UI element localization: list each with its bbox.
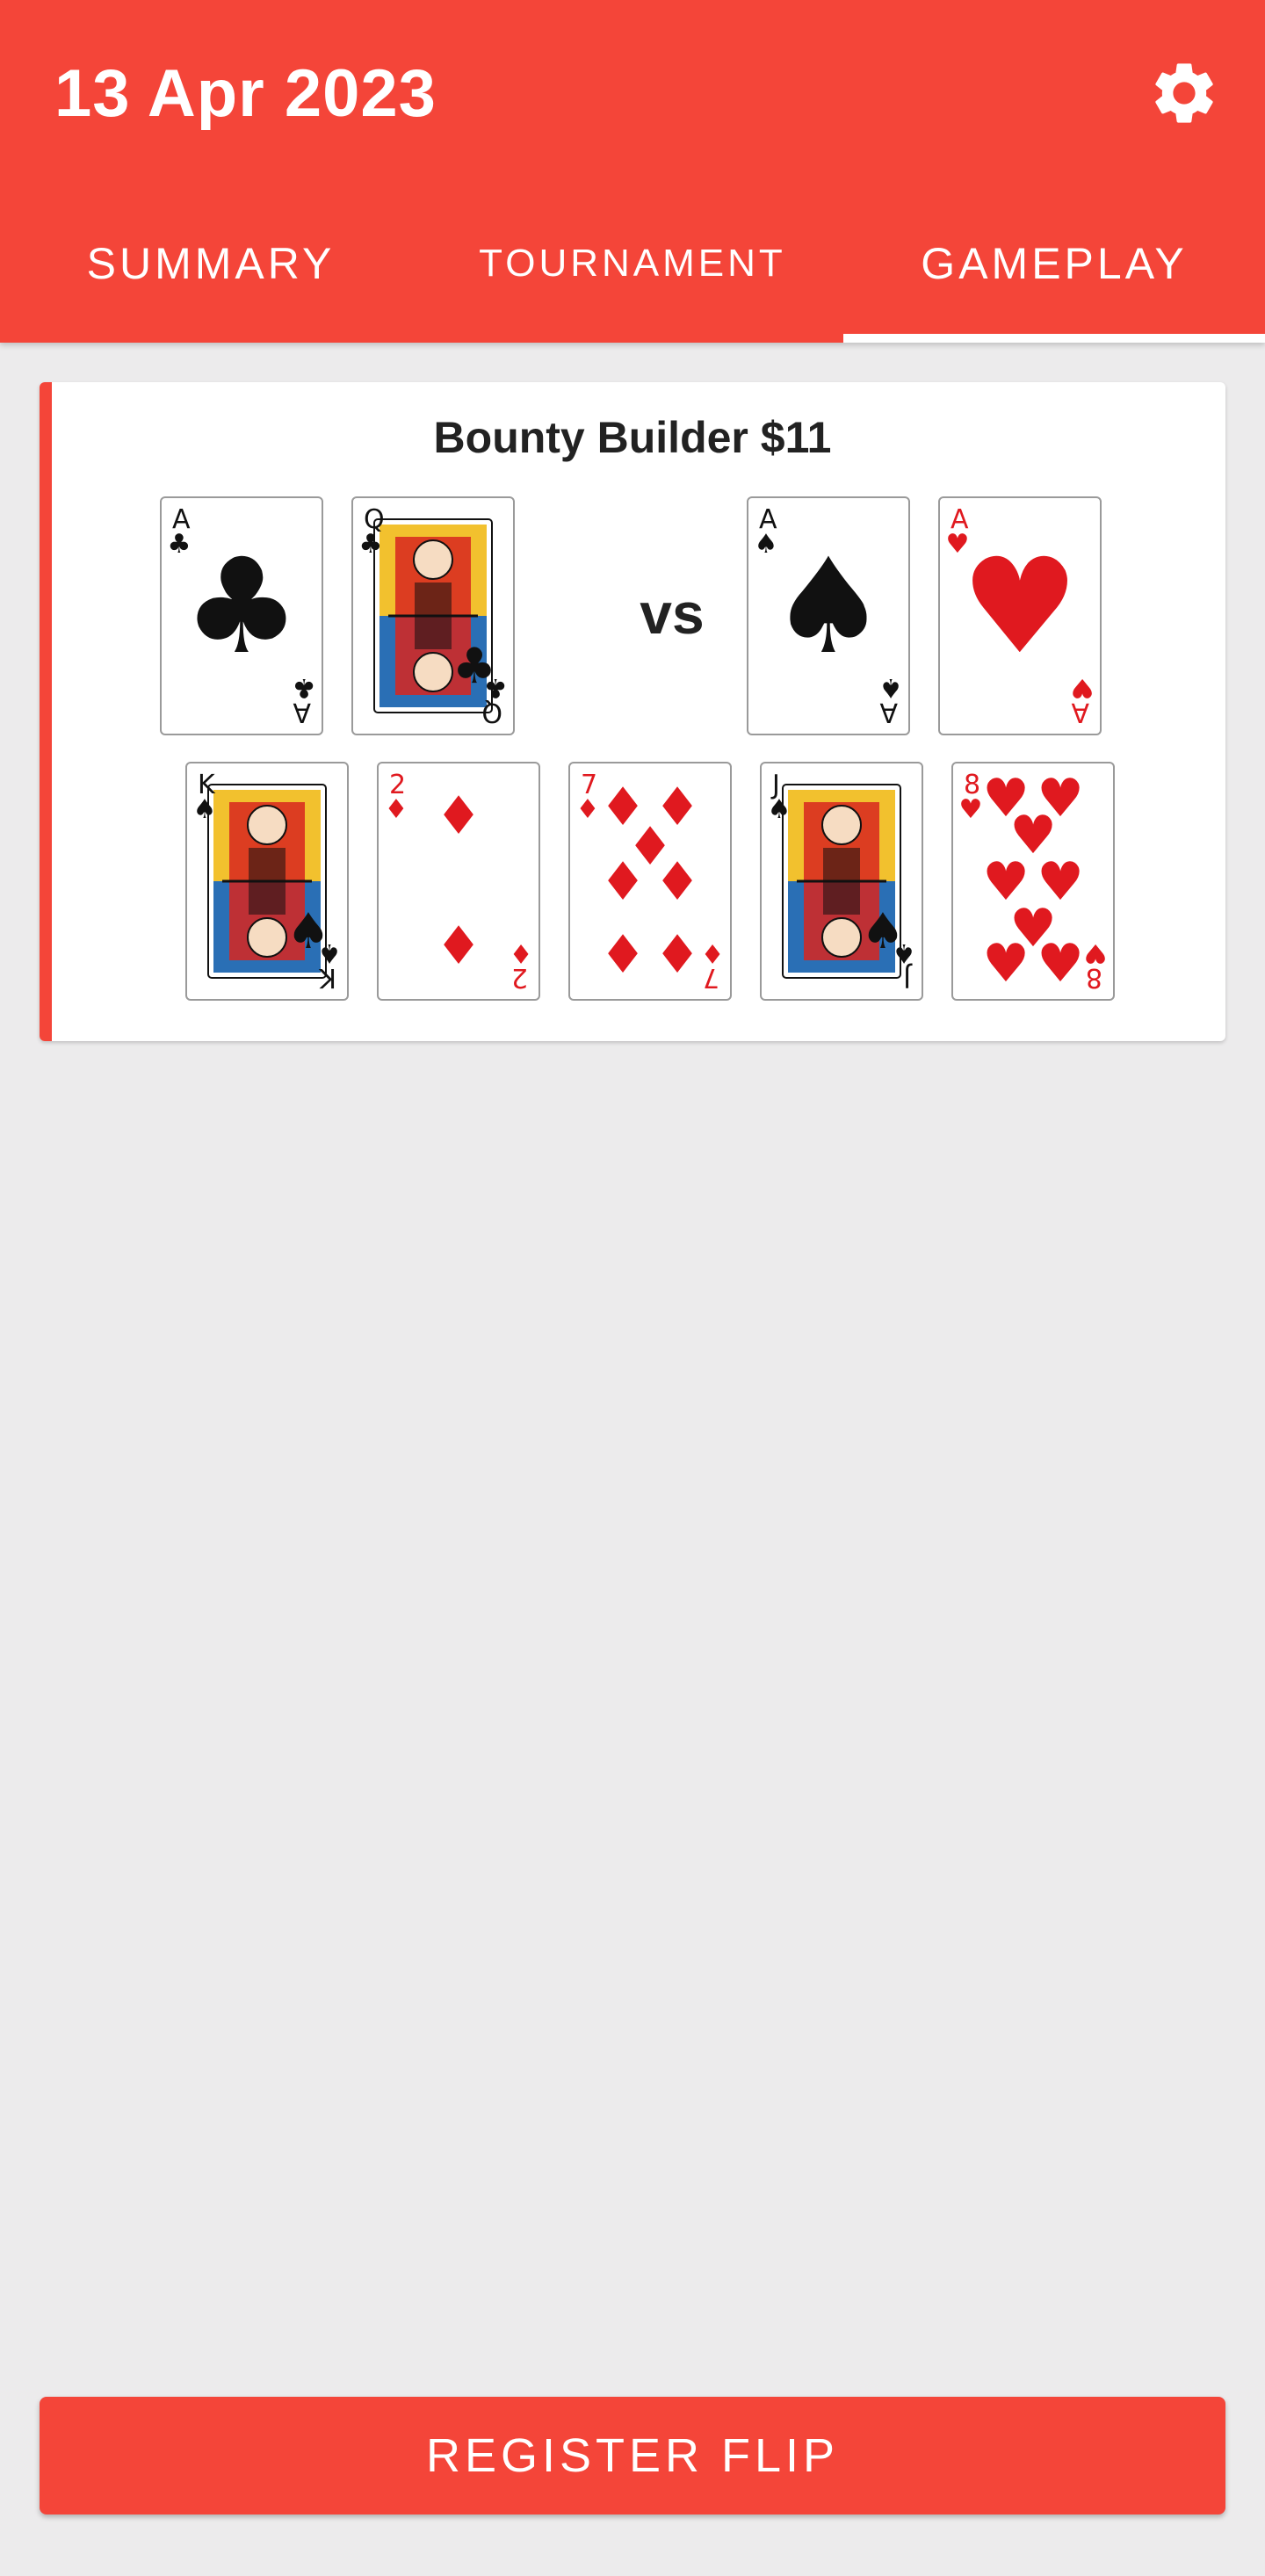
svg-text:♣: ♣ — [484, 672, 508, 703]
svg-text:♠: ♠ — [755, 529, 778, 560]
svg-text:♠: ♠ — [879, 672, 903, 703]
villain-card-1: ♠ A ♠ A ♠ — [747, 496, 910, 735]
card-accent-bar — [40, 382, 52, 1041]
svg-text:♥: ♥ — [1071, 672, 1095, 703]
tab-summary[interactable]: SUMMARY — [0, 211, 422, 316]
svg-text:♦: ♦ — [385, 794, 408, 825]
svg-text:♠: ♠ — [318, 937, 342, 968]
flip-card[interactable]: Bounty Builder $11 vs ♣ A ♣ A ♣ ♣ Q ♣ Q … — [40, 382, 1225, 1041]
svg-text:♥: ♥ — [982, 933, 1030, 995]
svg-text:♦: ♦ — [435, 915, 482, 977]
svg-text:♦: ♦ — [510, 937, 533, 968]
svg-text:♠: ♠ — [768, 794, 792, 825]
board-card-3: ♦ ♦ ♦ ♦ ♦ ♦ ♦ 7 ♦ 7 ♦ — [568, 762, 732, 1001]
vs-label: vs — [640, 581, 705, 646]
svg-text:♠: ♠ — [770, 531, 887, 684]
villain-card-2: ♥ A ♥ A ♥ — [938, 496, 1102, 735]
page-title-date: 13 Apr 2023 — [54, 56, 437, 131]
svg-text:♣: ♣ — [168, 529, 192, 560]
tab-bar: SUMMARY TOURNAMENT GAMEPLAY — [0, 211, 1265, 343]
board-card-2: ♦ ♦ 2 ♦ 2 ♦ — [377, 762, 540, 1001]
svg-text:♣: ♣ — [183, 531, 300, 684]
svg-text:♥: ♥ — [1084, 937, 1108, 968]
board-card-5: ♥ ♥ ♥ ♥ ♥ ♥ ♥ ♥ 8 ♥ 8 ♥ — [951, 762, 1115, 1001]
app-bar: 13 Apr 2023 SUMMARY TOURNAMENT GAMEPLAY — [0, 0, 1265, 343]
register-flip-button[interactable]: REGISTER FLIP — [40, 2397, 1225, 2514]
board-card-4: ♠ J ♠ J ♠ — [760, 762, 923, 1001]
playing-card-8-hearts: ♥ ♥♥♥ ♥♥♥ ♥ 8 ♥ 8 ♥ — [959, 768, 1108, 995]
playing-card-A-spades: ♠ A ♠ A ♠ — [755, 504, 903, 727]
hero-card-1: ♣ A ♣ A ♣ — [160, 496, 323, 735]
svg-text:♦: ♦ — [599, 851, 647, 913]
tab-tournament[interactable]: TOURNAMENT — [422, 211, 843, 316]
svg-text:♣: ♣ — [293, 672, 316, 703]
svg-text:♠: ♠ — [193, 794, 217, 825]
svg-text:♥: ♥ — [959, 794, 983, 825]
svg-text:♦: ♦ — [701, 937, 725, 968]
svg-text:♦: ♦ — [435, 785, 482, 847]
tab-gameplay[interactable]: GAMEPLAY — [843, 211, 1265, 316]
gear-icon[interactable] — [1147, 56, 1221, 130]
active-tab-indicator — [843, 334, 1265, 343]
playing-card-2-diamonds: ♦♦ 2 ♦ 2 ♦ — [385, 770, 533, 993]
board-card-1: ♠ K ♠ K ♠ — [185, 762, 349, 1001]
playing-card-Q-clubs: ♣ Q ♣ Q ♣ — [359, 504, 508, 727]
svg-text:♥: ♥ — [961, 531, 1079, 684]
playing-card-7-diamonds: ♦ ♦♦♦ ♦♦ ♦ 7 ♦ 7 ♦ — [576, 770, 725, 993]
svg-text:♦: ♦ — [654, 851, 701, 913]
tournament-name: Bounty Builder $11 — [433, 413, 832, 462]
svg-text:♣: ♣ — [359, 529, 383, 560]
playing-card-A-clubs: ♣ A ♣ A ♣ — [168, 504, 316, 727]
playing-card-A-hearts: ♥ A ♥ A ♥ — [946, 504, 1095, 727]
svg-text:♥: ♥ — [1037, 933, 1084, 995]
svg-text:♠: ♠ — [893, 937, 916, 968]
playing-card-J-spades: ♠ J ♠ J ♠ — [768, 770, 916, 993]
svg-text:♦: ♦ — [576, 794, 600, 825]
svg-text:♦: ♦ — [654, 924, 701, 986]
hero-card-2: ♣ Q ♣ Q ♣ — [351, 496, 515, 735]
svg-text:♦: ♦ — [599, 924, 647, 986]
playing-card-K-spades: ♠ K ♠ K ♠ — [193, 770, 342, 993]
svg-text:♥: ♥ — [946, 529, 970, 560]
